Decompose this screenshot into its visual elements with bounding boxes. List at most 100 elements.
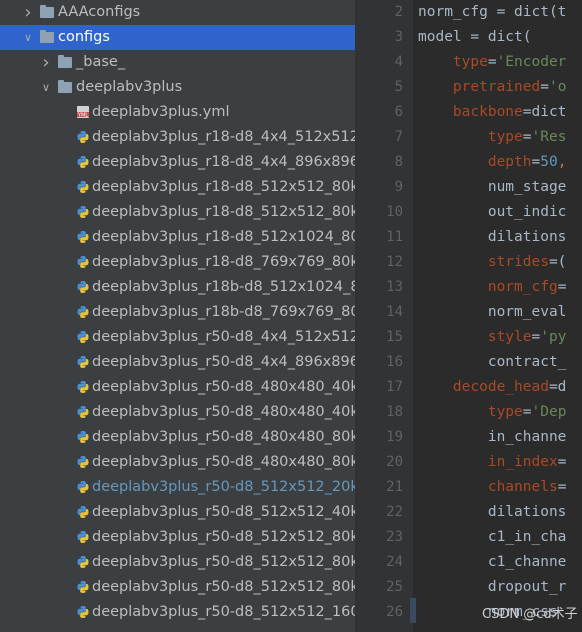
tree-item-label: deeplabv3plus <box>76 79 183 95</box>
tree-file-item[interactable]: deeplabv3plus_r50-d8_512x512_40k_voc1 <box>0 500 355 525</box>
python-file-icon <box>77 581 89 593</box>
python-file-icon <box>77 131 89 143</box>
tree-folder-item[interactable]: › AAAconfigs <box>0 0 355 25</box>
line-number: 14 <box>386 304 403 320</box>
code-line[interactable]: channels= <box>418 475 567 500</box>
tree-item-label: deeplabv3plus_r50-d8_512x512_160k_ade <box>92 604 355 620</box>
code-line[interactable]: decode_head=d <box>418 375 567 400</box>
line-number: 19 <box>386 429 403 445</box>
tree-item-label: deeplabv3plus_r50-d8_4x4_512x512_80k_ <box>92 329 355 345</box>
code-line[interactable]: dilations <box>418 225 567 250</box>
tree-file-item[interactable]: deeplabv3plus_r50-d8_4x4_896x896_80k_ <box>0 350 355 375</box>
tree-file-item[interactable]: deeplabv3plus_r18-d8_512x1024_80k_city <box>0 225 355 250</box>
code-line[interactable]: pretrained='o <box>418 75 567 100</box>
chevron-right-icon[interactable]: › <box>40 50 52 75</box>
code-line[interactable]: backbone=dict <box>418 100 567 125</box>
code-line[interactable]: in_channe <box>418 425 567 450</box>
tree-file-item[interactable]: deeplabv3plus_r18-d8_512x512_80k_love <box>0 175 355 200</box>
tree-item-label: deeplabv3plus_r18-d8_512x1024_80k_city <box>92 229 355 245</box>
python-file-icon <box>77 531 89 543</box>
code-line[interactable]: out_indic <box>418 200 567 225</box>
chevron-down-icon[interactable]: ∨ <box>22 25 34 50</box>
folder-icon <box>58 55 72 68</box>
code-line[interactable]: strides=( <box>418 250 567 275</box>
tree-item-label: _base_ <box>76 54 126 70</box>
line-number: 8 <box>394 154 403 170</box>
code-line[interactable]: depth=50, <box>418 150 567 175</box>
code-line[interactable]: dilations <box>418 500 567 525</box>
tree-file-item[interactable]: deeplabv3plus_r50-d8_512x512_20k_voc1 <box>0 475 355 500</box>
code-line[interactable]: model = dict( <box>418 25 532 50</box>
tree-file-item[interactable]: deeplabv3plus_r50-d8_512x512_80k_pots <box>0 575 355 600</box>
tree-file-item[interactable]: deeplabv3plus_r50-d8_512x512_160k_ade <box>0 600 355 625</box>
python-file-icon <box>77 606 89 618</box>
code-editor[interactable]: norm_cfg = dict(t model = dict( type='Enc… <box>418 0 582 632</box>
tree-file-item[interactable]: deeplabv3plus_r18-d8_4x4_896x896_80k_ <box>0 150 355 175</box>
tree-file-item[interactable]: deeplabv3plus_r50-d8_4x4_512x512_80k_ <box>0 325 355 350</box>
code-line[interactable]: in_index= <box>418 450 567 475</box>
tree-item-label: AAAconfigs <box>58 4 141 20</box>
tree-folder-item[interactable]: ∨ deeplabv3plus <box>0 75 355 100</box>
chevron-right-icon[interactable]: › <box>22 0 34 25</box>
folder-icon <box>40 30 54 43</box>
line-number: 10 <box>386 204 403 220</box>
line-number: 20 <box>386 454 403 470</box>
code-line[interactable]: type='Dep <box>418 400 567 425</box>
tree-item-label: deeplabv3plus_r18-d8_769x769_80k_citys <box>92 254 355 270</box>
code-line[interactable]: dropout_r <box>418 575 567 600</box>
python-file-icon <box>77 406 89 418</box>
python-file-icon <box>77 231 89 243</box>
tree-folder-item[interactable]: ∨ configs <box>0 25 355 50</box>
svg-text:YML: YML <box>77 113 88 119</box>
line-number: 17 <box>386 379 403 395</box>
tree-file-item[interactable]: deeplabv3plus_r18b-d8_769x769_80k_city <box>0 300 355 325</box>
code-line[interactable]: type='Res <box>418 125 567 150</box>
code-line[interactable]: contract_ <box>418 350 567 375</box>
tree-file-item[interactable]: deeplabv3plus_r50-d8_512x512_80k_love <box>0 550 355 575</box>
tree-item-label: deeplabv3plus.yml <box>92 104 230 120</box>
line-number: 24 <box>386 554 403 570</box>
python-file-icon <box>77 481 89 493</box>
tree-item-label: deeplabv3plus_r18-d8_512x512_80k_pots <box>92 204 355 220</box>
line-number: 9 <box>394 179 403 195</box>
code-line[interactable]: style='py <box>418 325 567 350</box>
code-line[interactable]: norm_cfg = dict(t <box>418 0 566 25</box>
tree-item-label: deeplabv3plus_r50-d8_4x4_896x896_80k_ <box>92 354 355 370</box>
line-number: 3 <box>394 29 403 45</box>
chevron-down-icon[interactable]: ∨ <box>40 75 52 100</box>
tree-file-item[interactable]: deeplabv3plus_r50-d8_480x480_80k_pasc <box>0 425 355 450</box>
code-line[interactable]: c1_channe <box>418 550 567 575</box>
line-number: 25 <box>386 579 403 595</box>
folder-icon <box>58 80 72 93</box>
tree-file-item[interactable]: deeplabv3plus_r18b-d8_512x1024_80k_ci <box>0 275 355 300</box>
line-number: 4 <box>394 54 403 70</box>
tree-file-item[interactable]: deeplabv3plus_r18-d8_4x4_512x512_80k_ <box>0 125 355 150</box>
line-number: 12 <box>386 254 403 270</box>
python-file-icon <box>77 381 89 393</box>
tree-file-item[interactable]: deeplabv3plus_r18-d8_769x769_80k_citys <box>0 250 355 275</box>
tree-item-label: deeplabv3plus_r50-d8_480x480_80k_pasc <box>92 454 355 470</box>
code-line[interactable]: num_stage <box>418 175 567 200</box>
code-line[interactable]: norm_eval <box>418 300 567 325</box>
tree-file-item[interactable]: deeplabv3plus_r50-d8_512x512_80k_ade2 <box>0 525 355 550</box>
folder-icon <box>40 5 54 18</box>
python-file-icon <box>77 506 89 518</box>
line-number: 18 <box>386 404 403 420</box>
tree-file-item[interactable]: deeplabv3plus_r50-d8_480x480_40k_pasc <box>0 400 355 425</box>
tree-item-label: deeplabv3plus_r50-d8_480x480_40k_pasc <box>92 404 355 420</box>
code-line[interactable]: c1_in_cha <box>418 525 567 550</box>
tree-file-item[interactable]: YML deeplabv3plus.yml <box>0 100 355 125</box>
line-number: 13 <box>386 279 403 295</box>
python-file-icon <box>77 256 89 268</box>
tree-file-item[interactable]: deeplabv3plus_r50-d8_480x480_80k_pasc <box>0 450 355 475</box>
tree-file-item[interactable]: deeplabv3plus_r50-d8_480x480_40k_pasc <box>0 375 355 400</box>
code-line[interactable]: norm_cfg= <box>418 275 567 300</box>
tree-folder-item[interactable]: › _base_ <box>0 50 355 75</box>
tree-item-label: deeplabv3plus_r18b-d8_512x1024_80k_ci <box>92 279 355 295</box>
python-file-icon <box>77 456 89 468</box>
tree-item-label: deeplabv3plus_r18b-d8_769x769_80k_city <box>92 304 355 320</box>
code-line[interactable]: type='Encoder <box>418 50 567 75</box>
tree-file-item[interactable]: deeplabv3plus_r18-d8_512x512_80k_pots <box>0 200 355 225</box>
tree-item-label: deeplabv3plus_r50-d8_512x512_80k_love <box>92 554 355 570</box>
python-file-icon <box>77 306 89 318</box>
